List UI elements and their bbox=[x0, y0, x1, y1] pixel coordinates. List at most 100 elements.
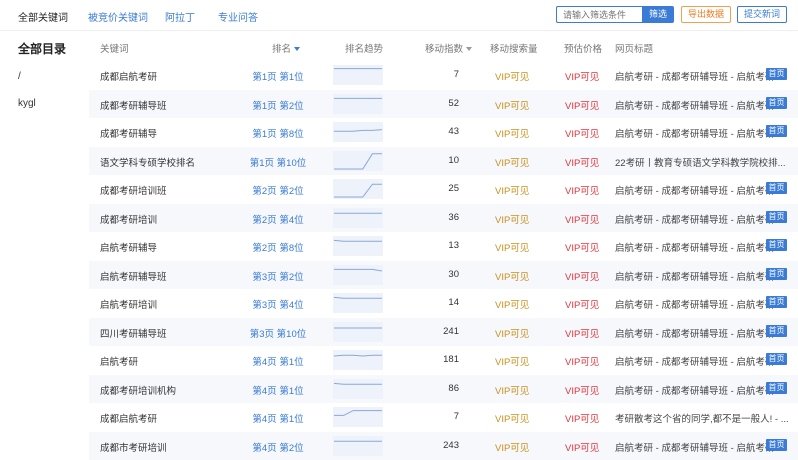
page-title-link[interactable]: 考研散考这个省的同学,都不是一般人! - ... bbox=[615, 411, 798, 425]
rank-trend-sparkline[interactable] bbox=[333, 122, 383, 142]
search-volume-vip[interactable]: VIP可见 bbox=[495, 183, 529, 197]
price-vip[interactable]: VIP可见 bbox=[565, 126, 599, 140]
search-volume-vip[interactable]: VIP可见 bbox=[495, 440, 529, 454]
search-volume-vip[interactable]: VIP可见 bbox=[495, 297, 529, 311]
table-row: 启航考研 第4页 第1位 181 VIP可见 VIP可见 启航考研 - 成都考研辅导班 -… bbox=[89, 346, 798, 374]
sidebar-item-kygl[interactable]: kygl bbox=[18, 98, 36, 109]
rank-link[interactable]: 第3页 第4位 bbox=[242, 297, 314, 311]
search-volume-vip[interactable]: VIP可见 bbox=[495, 155, 529, 169]
search-volume-vip[interactable]: VIP可见 bbox=[495, 212, 529, 226]
rank-link[interactable]: 第4页 第1位 bbox=[242, 354, 314, 368]
sparkline-path bbox=[333, 239, 382, 242]
top-bar: 全部关键词 被竞价关键词 阿拉丁 专业问答 筛选 导出数据 提交新词 bbox=[0, 0, 798, 31]
search-volume-vip[interactable]: VIP可见 bbox=[495, 126, 529, 140]
price-vip[interactable]: VIP可见 bbox=[565, 269, 599, 283]
price-vip[interactable]: VIP可见 bbox=[565, 354, 599, 368]
tab-all-keywords[interactable]: 全部关键词 bbox=[18, 9, 68, 24]
keyword-cell: 成都考研辅导 bbox=[100, 129, 158, 140]
rank-link[interactable]: 第3页 第2位 bbox=[242, 269, 314, 283]
rank-trend-sparkline[interactable] bbox=[333, 150, 383, 171]
table-row: 启航考研辅导 第2页 第8位 13 VIP可见 VIP可见 启航考研 - 成都考研辅导班 … bbox=[89, 232, 798, 260]
table-row: 成都启航考研 第1页 第1位 7 VIP可见 VIP可见 启航考研 - 成都考研辅导班 -… bbox=[89, 61, 798, 89]
mobile-index-cell: 7 bbox=[453, 69, 459, 80]
col-rank[interactable]: 排名 bbox=[272, 41, 301, 55]
rank-trend-sparkline[interactable] bbox=[333, 350, 383, 370]
col-trend: 排名趋势 bbox=[345, 44, 384, 55]
search-volume-vip[interactable]: VIP可见 bbox=[495, 69, 529, 83]
rank-trend-sparkline[interactable] bbox=[333, 264, 383, 285]
price-vip[interactable]: VIP可见 bbox=[565, 440, 599, 454]
search-volume-vip[interactable]: VIP可见 bbox=[495, 269, 529, 283]
export-button[interactable]: 导出数据 bbox=[681, 6, 731, 23]
table-row: 成都考研培训 第2页 第4位 36 VIP可见 VIP可见 启航考研 - 成都考研辅导班 … bbox=[89, 203, 798, 232]
table-row: 成都考研辅导班 第1页 第2位 52 VIP可见 VIP可见 启航考研 - 成都考研辅导班… bbox=[89, 89, 798, 118]
table-row: 成都市考研培训 第4页 第2位 243 VIP可见 VIP可见 启航考研 - 成都考研辅导… bbox=[89, 431, 798, 460]
keyword-cell: 成都考研辅导班 bbox=[100, 100, 167, 112]
sparkline-path bbox=[333, 354, 382, 357]
mobile-index-cell: 10 bbox=[448, 154, 459, 166]
col-index[interactable]: 移动指数 bbox=[425, 41, 473, 55]
tab-aladdin[interactable]: 阿拉丁 bbox=[165, 9, 195, 24]
price-vip[interactable]: VIP可见 bbox=[565, 383, 599, 397]
mobile-index-cell: 25 bbox=[448, 183, 459, 194]
mobile-index-cell: 52 bbox=[448, 97, 459, 109]
keyword-cell: 成都市考研培训 bbox=[100, 442, 167, 454]
rank-link[interactable]: 第1页 第2位 bbox=[242, 98, 314, 112]
price-vip[interactable]: VIP可见 bbox=[565, 155, 599, 169]
search-input[interactable] bbox=[556, 6, 642, 23]
price-vip[interactable]: VIP可见 bbox=[565, 411, 599, 425]
rank-link[interactable]: 第2页 第4位 bbox=[242, 212, 314, 226]
sparkline-path bbox=[334, 268, 383, 271]
rank-trend-sparkline[interactable] bbox=[333, 236, 383, 256]
rank-trend-sparkline[interactable] bbox=[333, 321, 383, 342]
page-title-link[interactable]: 22考研丨教育专硕语文学科教学院校排... bbox=[615, 155, 798, 169]
rank-link[interactable]: 第1页 第10位 bbox=[242, 155, 314, 169]
rank-link[interactable]: 第2页 第2位 bbox=[242, 183, 314, 197]
rank-trend-sparkline[interactable] bbox=[333, 93, 383, 114]
sparkline-path bbox=[334, 183, 382, 198]
search-volume-vip[interactable]: VIP可见 bbox=[495, 411, 529, 425]
price-vip[interactable]: VIP可见 bbox=[565, 326, 599, 340]
price-vip[interactable]: VIP可见 bbox=[565, 297, 599, 311]
rank-link[interactable]: 第2页 第8位 bbox=[242, 240, 314, 254]
rank-trend-sparkline[interactable] bbox=[333, 65, 383, 85]
homepage-badge: 首页 bbox=[766, 182, 787, 194]
rank-link[interactable]: 第4页 第1位 bbox=[242, 411, 314, 425]
search-volume-vip[interactable]: VIP可见 bbox=[495, 240, 529, 254]
table-row: 成都启航考研 第4页 第1位 7 VIP可见 VIP可见 考研散考这个省的同学,都不是一般… bbox=[89, 403, 798, 431]
price-vip[interactable]: VIP可见 bbox=[565, 98, 599, 112]
rank-link[interactable]: 第3页 第10位 bbox=[242, 326, 314, 340]
price-vip[interactable]: VIP可见 bbox=[565, 212, 599, 226]
mobile-index-cell: 14 bbox=[448, 297, 459, 308]
rank-link[interactable]: 第1页 第8位 bbox=[242, 126, 314, 140]
sidebar-item-root[interactable]: / bbox=[18, 71, 21, 82]
homepage-badge: 首页 bbox=[766, 296, 787, 308]
tab-bid-keywords[interactable]: 被竞价关键词 bbox=[88, 9, 148, 24]
rank-trend-sparkline[interactable] bbox=[333, 207, 383, 228]
rank-link[interactable]: 第4页 第1位 bbox=[242, 383, 314, 397]
keyword-cell: 成都考研培训班 bbox=[100, 186, 167, 197]
rank-link[interactable]: 第4页 第2位 bbox=[242, 440, 314, 454]
tab-qa[interactable]: 专业问答 bbox=[218, 9, 258, 24]
sparkline-path bbox=[333, 382, 382, 385]
homepage-badge: 首页 bbox=[766, 68, 787, 80]
table-row: 成都考研辅导 第1页 第8位 43 VIP可见 VIP可见 启航考研 - 成都考研辅导班 … bbox=[89, 118, 798, 146]
search-volume-vip[interactable]: VIP可见 bbox=[495, 354, 529, 368]
col-price: 预估价格 bbox=[564, 44, 603, 55]
search-volume-vip[interactable]: VIP可见 bbox=[495, 326, 529, 340]
rank-trend-sparkline[interactable] bbox=[333, 407, 383, 427]
homepage-badge: 首页 bbox=[766, 239, 787, 251]
rank-trend-sparkline[interactable] bbox=[333, 293, 383, 313]
rank-trend-sparkline[interactable] bbox=[333, 435, 383, 456]
mobile-index-cell: 13 bbox=[448, 240, 459, 251]
price-vip[interactable]: VIP可见 bbox=[565, 183, 599, 197]
search-volume-vip[interactable]: VIP可见 bbox=[495, 98, 529, 112]
rank-trend-sparkline[interactable] bbox=[333, 179, 383, 199]
rank-trend-sparkline[interactable] bbox=[333, 378, 383, 399]
price-vip[interactable]: VIP可见 bbox=[565, 69, 599, 83]
rank-link[interactable]: 第1页 第1位 bbox=[242, 69, 314, 83]
filter-button[interactable]: 筛选 bbox=[642, 6, 674, 23]
submit-keyword-button[interactable]: 提交新词 bbox=[737, 6, 787, 23]
search-volume-vip[interactable]: VIP可见 bbox=[495, 383, 529, 397]
price-vip[interactable]: VIP可见 bbox=[565, 240, 599, 254]
